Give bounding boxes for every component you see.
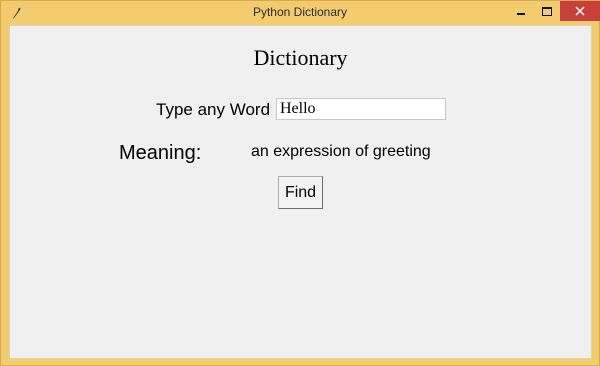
meaning-label: Meaning: xyxy=(119,142,202,164)
app-window: Python Dictionary Dictionary Type any Wo… xyxy=(0,0,600,366)
meaning-value: an expression of greeting xyxy=(251,143,431,160)
title-bar[interactable]: Python Dictionary xyxy=(1,1,600,25)
find-button[interactable]: Find xyxy=(278,176,323,209)
word-label: Type any Word xyxy=(156,100,271,119)
minimize-button[interactable] xyxy=(508,1,534,21)
minimize-icon xyxy=(517,13,525,15)
word-input[interactable] xyxy=(276,98,446,120)
maximize-icon xyxy=(542,6,552,16)
client-area: Dictionary Type any Word Meaning: an exp… xyxy=(9,25,592,359)
maximize-button[interactable] xyxy=(534,1,560,21)
close-button[interactable] xyxy=(560,1,600,21)
page-title: Dictionary xyxy=(253,45,348,70)
close-icon xyxy=(575,6,585,16)
